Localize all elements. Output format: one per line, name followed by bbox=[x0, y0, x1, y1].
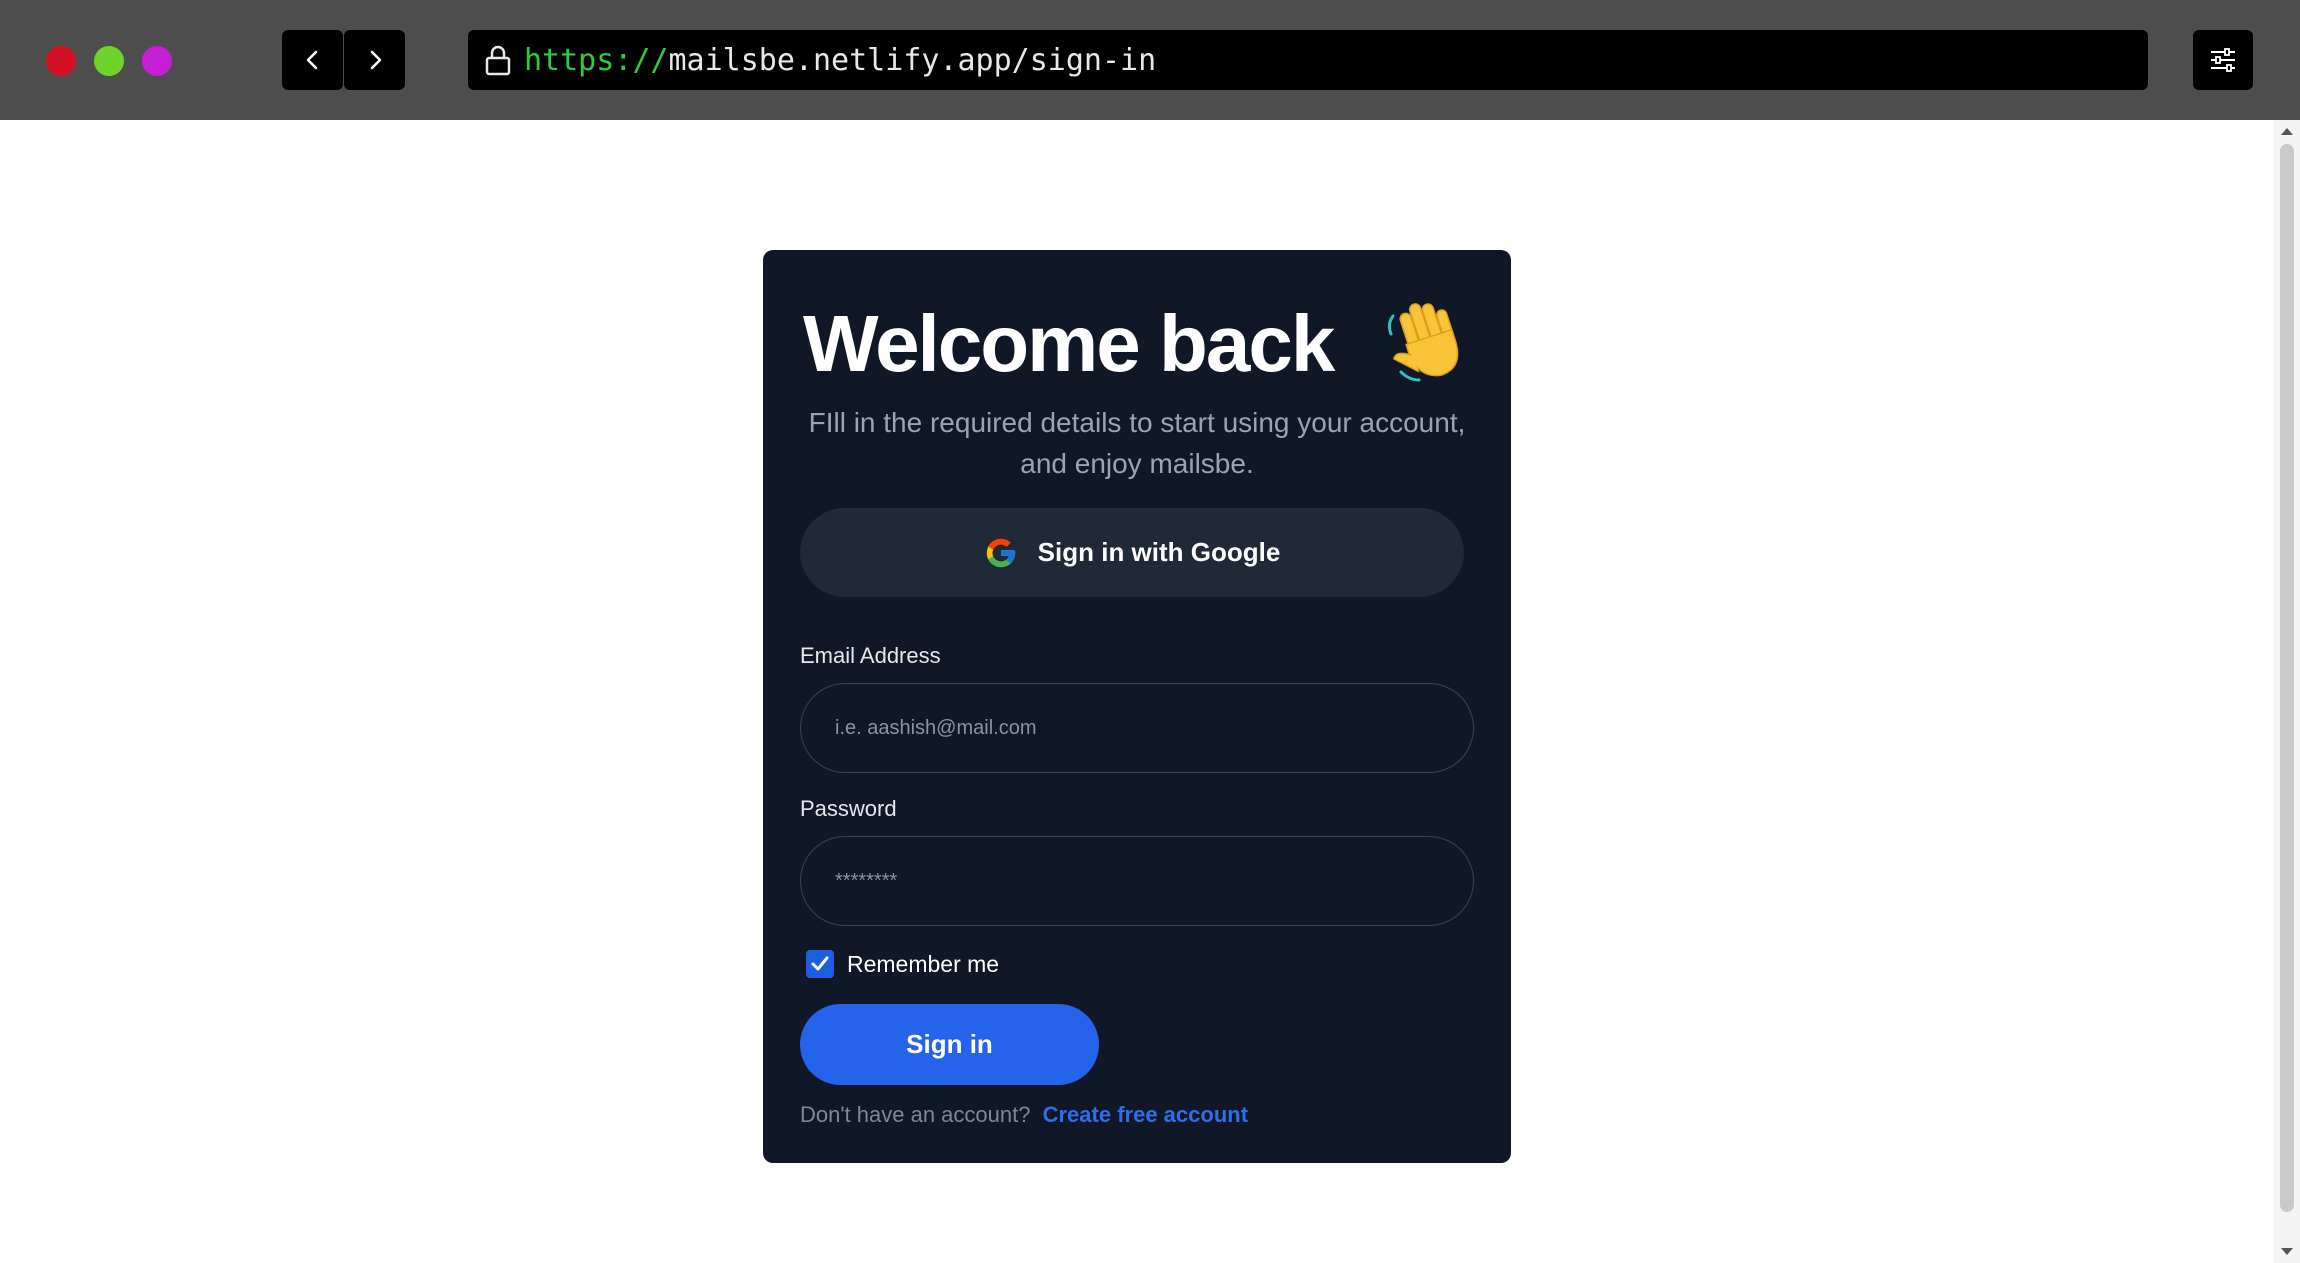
remember-me-row[interactable]: Remember me bbox=[806, 950, 999, 978]
forward-button[interactable] bbox=[344, 30, 405, 90]
scroll-thumb[interactable] bbox=[2280, 144, 2294, 1212]
scroll-up-arrow-icon[interactable] bbox=[2281, 128, 2293, 135]
maximize-window-dot[interactable] bbox=[142, 46, 172, 76]
browser-toolbar: https://mailsbe.netlify.app/sign-in bbox=[0, 0, 2300, 120]
signup-prompt-text: Don't have an account? bbox=[800, 1102, 1031, 1127]
close-window-dot[interactable] bbox=[46, 46, 76, 76]
google-logo-icon bbox=[986, 538, 1015, 567]
signup-prompt: Don't have an account? Create free accou… bbox=[800, 1102, 1248, 1128]
google-signin-button[interactable]: Sign in with Google bbox=[800, 508, 1464, 597]
page-scrollbar[interactable] bbox=[2274, 120, 2300, 1263]
lock-icon bbox=[480, 42, 516, 78]
email-label: Email Address bbox=[800, 643, 941, 668]
scroll-down-arrow-icon[interactable] bbox=[2281, 1248, 2293, 1255]
url-path: mailsbe.netlify.app/sign-in bbox=[668, 42, 1157, 78]
sliders-icon bbox=[2211, 48, 2235, 72]
checkmark-icon bbox=[811, 956, 829, 971]
minimize-window-dot[interactable] bbox=[94, 46, 124, 76]
google-signin-label: Sign in with Google bbox=[1037, 537, 1281, 567]
chevron-left-icon bbox=[306, 50, 317, 70]
signin-card: Welcome back FIll in the required detail… bbox=[763, 250, 1511, 1163]
password-label: Password bbox=[800, 796, 897, 821]
page-title: Welcome back bbox=[803, 299, 1335, 388]
subtitle: FIll in the required details to start us… bbox=[808, 407, 1466, 479]
url-scheme: https:// bbox=[524, 42, 669, 78]
address-bar[interactable]: https://mailsbe.netlify.app/sign-in bbox=[468, 30, 2148, 90]
waving-hand-icon bbox=[1387, 303, 1459, 382]
remember-me-checkbox[interactable] bbox=[806, 950, 834, 978]
settings-menu-button[interactable] bbox=[2193, 30, 2253, 90]
email-field[interactable] bbox=[800, 683, 1474, 773]
signin-button[interactable]: Sign in bbox=[800, 1004, 1099, 1085]
create-account-link[interactable]: Create free account bbox=[1043, 1102, 1248, 1127]
url-text: https://mailsbe.netlify.app/sign-in bbox=[524, 43, 1156, 78]
remember-me-label: Remember me bbox=[847, 950, 1000, 977]
back-button[interactable] bbox=[282, 30, 343, 90]
chevron-right-icon bbox=[370, 50, 381, 70]
password-field[interactable] bbox=[800, 836, 1474, 926]
